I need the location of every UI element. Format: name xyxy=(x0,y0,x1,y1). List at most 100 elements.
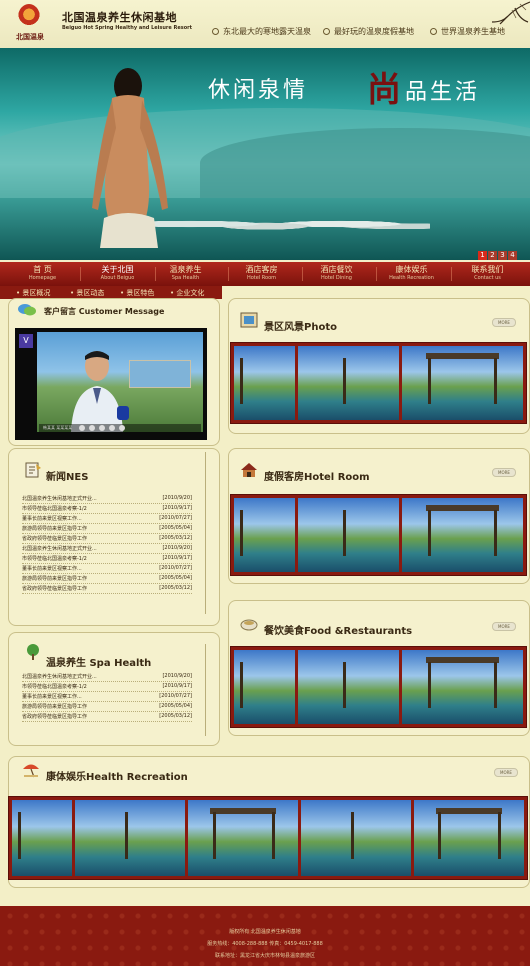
circle-bullet-icon xyxy=(430,28,437,35)
news-item[interactable]: 旅游局领导前来景区指导工作 [2005/05/04] xyxy=(22,702,192,712)
nav-item-hotel-room[interactable]: 酒店客房 Hotel Room xyxy=(224,264,299,281)
food-bowl-icon xyxy=(240,619,258,631)
subnav-item-features[interactable]: • 景区特色 xyxy=(120,288,154,298)
scenic-photo[interactable] xyxy=(234,346,295,420)
banner-slogan-big: 尚 xyxy=(367,70,401,110)
slogan-1: 东北最大的寒地露天温泉 xyxy=(212,26,311,37)
slogan-2: 最好玩的温泉度假基地 xyxy=(323,26,414,37)
news-item[interactable]: 旅游局领导前来景区指导工作 [2005/05/04] xyxy=(22,524,192,534)
news-item[interactable]: 市领导莅临北国温泉考察-1/2 [2010/9/17] xyxy=(22,554,192,564)
pause-icon[interactable] xyxy=(89,425,95,431)
photo-strip xyxy=(230,342,527,424)
document-icon xyxy=(25,462,41,478)
pager-item-4[interactable]: 4 xyxy=(508,251,517,260)
photo-title: 景区风景Photo xyxy=(264,322,337,333)
recreation-photo-strip xyxy=(8,796,528,880)
recreation-photo[interactable] xyxy=(414,800,524,876)
pager-item-2[interactable]: 2 xyxy=(488,251,497,260)
stop-icon[interactable] xyxy=(99,425,105,431)
news-item[interactable]: 省政府领导莅临景区指导工作 [2005/03/12] xyxy=(22,534,192,544)
header: 北国温泉 北国温泉养生休闲基地 Beiguo Hot Spring Health… xyxy=(0,0,530,48)
news-item[interactable]: 省政府领导莅临景区指导工作 [2005/03/12] xyxy=(22,584,192,594)
more-button[interactable]: MORE xyxy=(494,768,518,777)
hotel-photo[interactable] xyxy=(234,498,295,572)
food-photo-strip xyxy=(230,646,527,728)
tree-icon xyxy=(27,644,39,660)
play-icon[interactable] xyxy=(79,425,85,431)
recreation-photo[interactable] xyxy=(301,800,412,876)
scenic-photo[interactable] xyxy=(297,346,399,420)
footer-address: 联系地址：黑龙江省大庆市林甸县温泉旅游区 xyxy=(214,953,315,959)
news-item[interactable]: 旅游局领导前来景区指导工作 [2005/05/04] xyxy=(22,574,192,584)
spa-health-title: 温泉养生 Spa Health xyxy=(46,658,152,669)
news-item[interactable]: 董事长前来景区视察工作... [2010/07/27] xyxy=(22,564,192,574)
video-player[interactable]: V 韩某某 某某某某 xyxy=(15,328,207,440)
logo-text: 北国温泉 xyxy=(16,33,44,41)
recreation-photo[interactable] xyxy=(188,800,299,876)
video-screen[interactable] xyxy=(37,332,203,432)
nav-item-contact[interactable]: 联系我们 Contact us xyxy=(450,264,525,281)
news-item[interactable]: 董事长前来景区视察工作... [2010/07/27] xyxy=(22,692,192,702)
hotel-photo[interactable] xyxy=(297,498,399,572)
banner-pager: 1234 xyxy=(478,242,518,261)
forward-icon[interactable] xyxy=(119,425,125,431)
food-restaurants-title: 餐饮美食Food &Restaurants xyxy=(264,626,413,637)
banner-slogan-left: 休闲泉情 xyxy=(208,78,309,103)
pager-item-1[interactable]: 1 xyxy=(478,251,487,260)
food-photo[interactable] xyxy=(401,650,523,724)
photo-frame-icon xyxy=(240,312,258,328)
pager-item-3[interactable]: 3 xyxy=(498,251,507,260)
circle-bullet-icon xyxy=(323,28,330,35)
customer-message-title: 客户留言 Customer Message xyxy=(44,307,165,316)
news-item[interactable]: 董事长前来景区视察工作... [2010/07/27] xyxy=(22,514,192,524)
nav-item-hotel-dining[interactable]: 酒店餐饮 Hotel Dining xyxy=(299,264,374,281)
banner-slogan-right: 品生活 xyxy=(405,80,481,105)
spa-news-list: 北国温泉养生休闲基地正式开业... [2010/9/20] 市领导莅临北国温泉考察… xyxy=(22,672,192,722)
news-item[interactable]: 省政府领导莅临景区指导工作 [2005/03/12] xyxy=(22,712,192,722)
food-photo[interactable] xyxy=(297,650,399,724)
flame-logo-icon xyxy=(18,4,40,30)
more-button[interactable]: MORE xyxy=(492,468,516,477)
news-item[interactable]: 市领导莅临北国温泉考察-1/2 [2010/9/17] xyxy=(22,504,192,514)
news-item[interactable]: 北国温泉养生休闲基地正式开业... [2010/9/20] xyxy=(22,494,192,504)
house-icon xyxy=(241,463,257,477)
subnav-item-culture[interactable]: • 企业文化 xyxy=(170,288,204,298)
bathing-woman-image xyxy=(92,68,168,248)
footer-phone: 服务热线：4008-288-888 传真：0459-4017-888 xyxy=(207,941,323,947)
microphone-icon xyxy=(117,406,129,420)
footer: 版权所有 北国温泉养生休闲基地 服务热线：4008-288-888 传真：045… xyxy=(0,906,530,966)
nav-item-home[interactable]: 首 页 Homepage xyxy=(5,264,80,281)
site-title: 北国温泉养生休闲基地 xyxy=(62,11,177,24)
hotel-photo[interactable] xyxy=(401,498,523,572)
tree-branch-icon xyxy=(491,1,530,25)
recreation-photo[interactable] xyxy=(12,800,73,876)
site-logo[interactable]: 北国温泉 xyxy=(10,4,50,46)
more-button[interactable]: MORE xyxy=(492,622,516,631)
site-subtitle: Beiguo Hot Spring Healthy and Leisure Re… xyxy=(62,25,193,31)
news-list: 北国温泉养生休闲基地正式开业... [2010/9/20] 市领导莅临北国温泉考察… xyxy=(22,494,192,594)
circle-bullet-icon xyxy=(212,28,219,35)
chat-bubble-icon xyxy=(18,304,36,316)
nav-item-about[interactable]: 关于北国 About Beiguo xyxy=(80,264,155,281)
news-item[interactable]: 市领导莅临北国温泉考察-1/2 [2010/9/17] xyxy=(22,682,192,692)
nav-item-spa[interactable]: 温泉养生 Spa Health xyxy=(148,264,223,281)
rewind-icon[interactable] xyxy=(109,425,115,431)
hotel-room-title: 度假客房Hotel Room xyxy=(264,472,370,483)
recreation-title: 康体娱乐Health Recreation xyxy=(46,772,188,783)
video-caption: 韩某某 某某某某 xyxy=(43,425,73,430)
subnav-item-overview[interactable]: • 景区概况 xyxy=(16,288,50,298)
more-button[interactable]: MORE xyxy=(492,318,516,327)
subnav-item-news[interactable]: • 景区动态 xyxy=(70,288,104,298)
recreation-photo[interactable] xyxy=(75,800,186,876)
channel-logo: V xyxy=(19,334,33,348)
video-controls: 韩某某 某某某某 xyxy=(39,424,201,432)
scenic-photo[interactable] xyxy=(401,346,523,420)
beach-umbrella-icon xyxy=(23,764,39,778)
hotel-photo-strip xyxy=(230,494,527,576)
news-item[interactable]: 北国温泉养生休闲基地正式开业... [2010/9/20] xyxy=(22,672,192,682)
nav-item-recreation[interactable]: 康体娱乐 Health Recreation xyxy=(374,264,449,281)
news-title: 新闻NES xyxy=(46,472,89,483)
main-nav: 首 页 Homepage 关于北国 About Beiguo 温泉养生 Spa Hea… xyxy=(0,262,530,286)
news-item[interactable]: 北国温泉养生休闲基地正式开业... [2010/9/20] xyxy=(22,544,192,554)
food-photo[interactable] xyxy=(234,650,295,724)
